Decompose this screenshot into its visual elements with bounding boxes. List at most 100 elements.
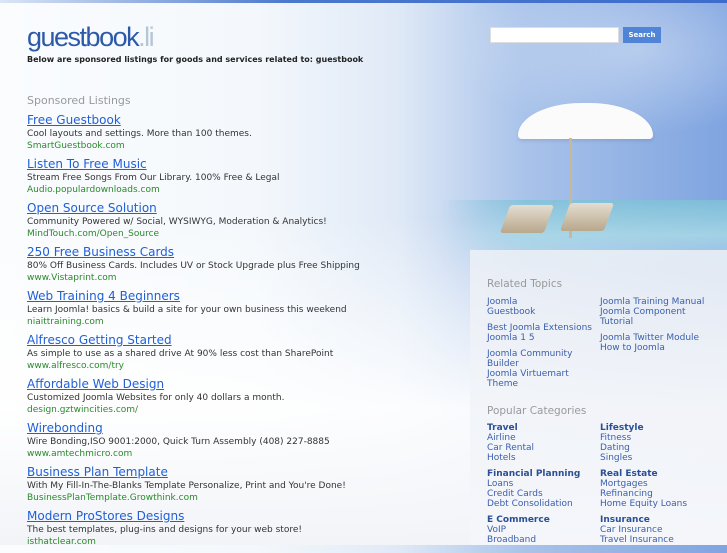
listing-title-link[interactable]: Modern ProStores Designs	[27, 509, 360, 523]
category-heading-link[interactable]: Travel	[487, 423, 580, 433]
related-topic-link[interactable]: Joomla 1 5	[487, 333, 592, 343]
listing-title-link[interactable]: Wirebonding	[27, 421, 360, 435]
related-topic-link[interactable]: Joomla Virtuemart	[487, 369, 592, 379]
listing-description: As simple to use as a shared drive At 90…	[27, 349, 334, 359]
category-link[interactable]: Dating	[600, 443, 687, 453]
category-group: Real Estate Mortgages Refinancing Home Equi…	[600, 469, 687, 509]
related-topic-link[interactable]: Joomla Community	[487, 349, 592, 359]
related-topic-link[interactable]: Joomla Twitter Module	[600, 333, 704, 343]
category-link[interactable]: Car Rental	[487, 443, 580, 453]
related-topics-col1: Joomla Guestbook Best Joomla Extensions Joo…	[487, 297, 592, 395]
sponsored-listings-heading: Sponsored Listings	[27, 94, 131, 107]
related-topic-link[interactable]: How to Joomla	[600, 343, 704, 353]
category-link[interactable]: Hotels	[487, 453, 580, 463]
category-group: Insurance Car Insurance Travel Insurance	[600, 515, 687, 545]
listing-url-link[interactable]: Audio.populardownloads.com	[27, 184, 360, 196]
sponsored-listing: Wirebonding Wire Bonding,ISO 9001:2000, Q…	[27, 421, 360, 465]
sponsored-listing: Open Source Solution Community Powered w/…	[27, 201, 360, 245]
listing-url-link[interactable]: isthatclear.com	[27, 536, 360, 548]
category-link[interactable]: Mortgages	[600, 479, 687, 489]
category-heading-link[interactable]: Insurance	[600, 515, 687, 525]
category-link[interactable]: Singles	[600, 453, 687, 463]
category-link[interactable]: Travel Insurance	[600, 535, 687, 545]
listing-description: Stream Free Songs From Our Library. 100%…	[27, 173, 280, 183]
listing-description: Learn Joomla! basics & build a site for …	[27, 305, 347, 315]
category-link[interactable]: Broadband	[487, 535, 580, 545]
listing-description: Community Powered w/ Social, WYSIWYG, Mo…	[27, 217, 327, 227]
category-link[interactable]: Home Equity Loans	[600, 499, 687, 509]
popular-categories-col2: Lifestyle Fitness Dating Singles Real Estate…	[600, 423, 687, 551]
related-topic-link[interactable]: Joomla Training Manual	[600, 297, 704, 307]
category-link[interactable]: VoIP	[487, 525, 580, 535]
sponsored-listing: Alfresco Getting Started As simple to use…	[27, 333, 360, 377]
listing-url-link[interactable]: www.amtechmicro.com	[27, 448, 360, 460]
related-topic-link[interactable]: Theme	[487, 379, 592, 389]
related-topic-group: Joomla Guestbook	[487, 297, 592, 317]
sponsored-listing: Free Guestbook Cool layouts and settings.…	[27, 113, 360, 157]
listing-description: Wire Bonding,ISO 9001:2000, Quick Turn A…	[27, 437, 330, 447]
sponsored-listing: 250 Free Business Cards 80% Off Business …	[27, 245, 360, 289]
related-topic-link[interactable]: Best Joomla Extensions	[487, 323, 592, 333]
listing-url-link[interactable]: BusinessPlanTemplate.Growthink.com	[27, 492, 360, 504]
sponsored-listing: Web Training 4 Beginners Learn Joomla! ba…	[27, 289, 360, 333]
listing-title-link[interactable]: Alfresco Getting Started	[27, 333, 360, 347]
category-link[interactable]: Credit Cards	[487, 489, 580, 499]
category-link[interactable]: Car Insurance	[600, 525, 687, 535]
listing-title-link[interactable]: Listen To Free Music	[27, 157, 360, 171]
category-heading-link[interactable]: Real Estate	[600, 469, 687, 479]
listing-description: 80% Off Business Cards. Includes UV or S…	[27, 261, 360, 271]
related-topic-link[interactable]: Joomla	[487, 297, 592, 307]
listing-url-link[interactable]: niaittraining.com	[27, 316, 360, 328]
category-link[interactable]: Refinancing	[600, 489, 687, 499]
listing-title-link[interactable]: Free Guestbook	[27, 113, 360, 127]
tagline: Below are sponsored listings for goods a…	[27, 55, 364, 64]
category-heading-link[interactable]: E Commerce	[487, 515, 580, 525]
listing-description: Cool layouts and settings. More than 100…	[27, 129, 252, 139]
related-topic-link[interactable]: Guestbook	[487, 307, 592, 317]
search-input[interactable]	[490, 27, 619, 43]
listing-url-link[interactable]: www.alfresco.com/try	[27, 360, 360, 372]
related-topic-group: Joomla Community Builder Joomla Virtuemart…	[487, 349, 592, 389]
category-heading-link[interactable]: Lifestyle	[600, 423, 687, 433]
listing-url-link[interactable]: MindTouch.com/Open_Source	[27, 228, 360, 240]
category-link[interactable]: Airline	[487, 433, 580, 443]
related-topic-link[interactable]: Builder	[487, 359, 592, 369]
top-bar	[0, 0, 727, 3]
listing-url-link[interactable]: SmartGuestbook.com	[27, 140, 360, 152]
category-heading-link[interactable]: Financial Planning	[487, 469, 580, 479]
sponsored-listing: Modern ProStores Designs The best templat…	[27, 509, 360, 553]
popular-categories-col1: Travel Airline Car Rental Hotels Financial P…	[487, 423, 580, 551]
logo-tld: .li	[138, 22, 155, 52]
category-link[interactable]: Fitness	[600, 433, 687, 443]
category-link[interactable]: Debt Consolidation	[487, 499, 580, 509]
related-topic-link[interactable]: Joomla Component	[600, 307, 704, 317]
logo-main: guestbook	[27, 22, 140, 52]
sponsored-listings: Free Guestbook Cool layouts and settings.…	[27, 113, 360, 553]
listing-title-link[interactable]: Open Source Solution	[27, 201, 360, 215]
listing-url-link[interactable]: www.Vistaprint.com	[27, 272, 360, 284]
related-topic-group: Best Joomla Extensions Joomla 1 5	[487, 323, 592, 343]
listing-description: With My Fill-In-The-Blanks Template Pers…	[27, 481, 346, 491]
sponsored-listing: Business Plan Template With My Fill-In-Th…	[27, 465, 360, 509]
related-topics-col2: Joomla Training Manual Joomla Component Tu…	[600, 297, 704, 359]
popular-categories-heading: Popular Categories	[487, 405, 587, 417]
category-group: Lifestyle Fitness Dating Singles	[600, 423, 687, 463]
listing-title-link[interactable]: 250 Free Business Cards	[27, 245, 360, 259]
listing-description: The best templates, plug-ins and designs…	[27, 525, 302, 535]
listing-title-link[interactable]: Business Plan Template	[27, 465, 360, 479]
category-group: E Commerce VoIP Broadband	[487, 515, 580, 545]
listing-description: Customized Joomla Websites for only 40 d…	[27, 393, 285, 403]
sponsored-listing: Affordable Web Design Customized Joomla W…	[27, 377, 360, 421]
related-topics-heading: Related Topics	[487, 278, 563, 290]
category-link[interactable]: Loans	[487, 479, 580, 489]
site-logo[interactable]: guestbook.li	[27, 22, 155, 53]
listing-title-link[interactable]: Affordable Web Design	[27, 377, 360, 391]
search-button[interactable]: Search	[623, 27, 661, 43]
category-group: Financial Planning Loans Credit Cards Debt …	[487, 469, 580, 509]
listing-title-link[interactable]: Web Training 4 Beginners	[27, 289, 360, 303]
listing-url-link[interactable]: design.gztwincities.com/	[27, 404, 360, 416]
related-topic-group: Joomla Training Manual Joomla Component Tu…	[600, 297, 704, 327]
related-topic-link[interactable]: Tutorial	[600, 317, 704, 327]
related-topic-group: Joomla Twitter Module How to Joomla	[600, 333, 704, 353]
sponsored-listing: Listen To Free Music Stream Free Songs Fr…	[27, 157, 360, 201]
